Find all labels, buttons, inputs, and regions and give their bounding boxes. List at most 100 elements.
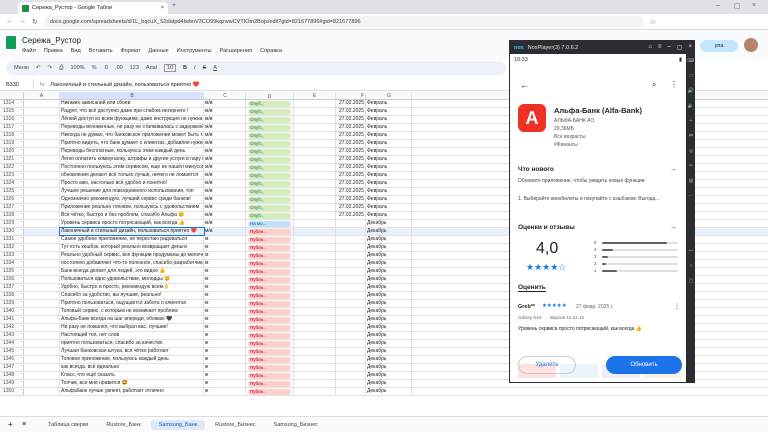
status-chip[interactable]: Публи... [248,293,291,299]
status-chip[interactable]: Публи... [248,285,291,291]
row-number[interactable]: 1333 [0,252,24,259]
cell-review-text[interactable]: Всё чётко, быстро и без проблем, спасибо… [60,212,204,219]
row-number[interactable]: 1319 [0,140,24,147]
close-tab-icon[interactable]: × [161,5,164,11]
cell-review-text[interactable]: Приложение реально топовое, пользуюсь с … [60,204,204,211]
cell-gender[interactable]: ж [204,348,246,355]
cell-status[interactable]: Публи... [246,244,294,251]
cell-review-text[interactable]: Топчик, все мне нравится 🤩 [60,380,204,387]
cell-month[interactable]: Декабрь [366,292,412,299]
cell-review-text[interactable]: Однозначно рекомендую, лучший сервис сре… [60,196,204,203]
cell-review-text[interactable]: Легко оплатить коммуналку, штрафы и друг… [60,156,204,163]
forward-icon[interactable]: → [19,18,26,25]
cell-review-text[interactable]: Настоящий топ, нет слов [60,332,204,339]
cell-status[interactable]: Публи... [246,372,294,379]
cell-review-text[interactable]: Альфабанк лучше увлеет, работает отлично [60,388,204,395]
cell-gender[interactable]: м/в [204,180,246,187]
cell-e[interactable] [294,132,336,139]
cell-gender[interactable]: ж [204,372,246,379]
screen-icon[interactable]: ▭ [689,73,694,79]
status-chip[interactable]: Публи... [248,237,291,243]
row-number[interactable]: 1344 [0,340,24,347]
cell-month[interactable]: Декабрь [366,228,412,235]
column-header-b[interactable]: B [60,92,204,99]
cell-status[interactable]: Публи... [246,252,294,259]
cell-review-text[interactable]: обновления делают всё только лучше, ниче… [60,172,204,179]
cell-status[interactable]: Публи... [246,332,294,339]
cell-gender[interactable]: м [204,236,246,243]
cell-date[interactable] [336,308,366,315]
cell-date[interactable] [336,268,366,275]
row-number[interactable]: 1335 [0,268,24,275]
menu-item[interactable]: Файл [22,48,36,54]
cell-month[interactable]: Декабрь [366,388,412,395]
all-sheets-icon[interactable]: ≡ [22,421,26,428]
column-header-d[interactable]: D [246,92,294,100]
row-number[interactable]: 1320 [0,148,24,155]
android-back-icon[interactable]: ↩ [689,248,693,254]
cell-date[interactable] [336,220,366,227]
ratings-arrow-icon[interactable]: → [670,224,677,231]
column-header-a[interactable]: A [24,92,60,99]
scissors-icon[interactable]: ✂ [689,163,693,169]
cell-month[interactable]: Декабрь [366,348,412,355]
cell-month[interactable]: Декабрь [366,300,412,307]
cell-e[interactable] [294,140,336,147]
cell-status[interactable]: Опуб... [246,196,294,203]
cell-month[interactable]: Декабрь [366,356,412,363]
zoom-select[interactable]: 100% [71,65,85,71]
cell-a[interactable] [24,100,60,107]
update-button[interactable]: Обновить [606,356,682,374]
bookmark-star-icon[interactable]: ☆ [650,18,656,26]
cell-date[interactable] [336,276,366,283]
row-number[interactable]: 1338 [0,292,24,299]
cell-status[interactable]: Публи... [246,308,294,315]
status-chip[interactable]: Публи... [248,341,291,347]
cell-gender[interactable]: м [204,292,246,299]
cell-review-text[interactable]: Самое удобное приложение, не перестаю ра… [60,236,204,243]
status-chip[interactable]: Опуб... [248,109,291,115]
bold-button[interactable]: B [183,65,187,71]
cell-e[interactable] [294,196,336,203]
row-number[interactable]: 1314 [0,100,24,107]
cell-gender[interactable]: ж [204,332,246,339]
cell-month[interactable]: Февраль [366,180,412,187]
row-number[interactable]: 1324 [0,180,24,187]
row-number[interactable]: 1339 [0,300,24,307]
row-number[interactable]: 1327 [0,204,24,211]
cell-a[interactable] [24,380,60,387]
cell-review-text[interactable]: Банк всегда делает для людей, это видно … [60,268,204,275]
cell-status[interactable]: Опуб... [246,132,294,139]
cell-status[interactable]: Публи... [246,316,294,323]
back-icon[interactable]: ← [6,18,13,25]
column-header-e[interactable]: E [294,92,336,99]
cell-a[interactable] [24,268,60,275]
cell-month[interactable]: Декабрь [366,220,412,227]
cell-month[interactable]: Февраль [366,204,412,211]
row-number[interactable]: 1323 [0,172,24,179]
cell-month[interactable]: Декабрь [366,276,412,283]
cell-gender[interactable]: м/в [204,100,246,107]
cell-e[interactable] [294,276,336,283]
sheet-tab[interactable]: Rustore_Банк [98,420,148,430]
cell-status[interactable]: Публи... [246,276,294,283]
cell-status[interactable]: Публи... [246,380,294,387]
cell-date[interactable]: 27.02.2025 [336,188,366,195]
sheet-tab[interactable]: Таблица сверки [40,420,96,430]
cell-date[interactable] [336,364,366,371]
cell-review-text[interactable]: Тут есть кешбэк, который реально возвращ… [60,244,204,251]
cell-date[interactable] [336,236,366,243]
nox-minimize-icon[interactable]: – [667,44,670,51]
cell-review-text[interactable]: Лучшее решение для повседневного использ… [60,188,204,195]
cell-review-text[interactable]: приятно пользоваться, спасибо за качеств… [60,340,204,347]
cell-review-text[interactable]: Просто ажо, настолько всё удобно и понят… [60,180,204,187]
cell-month[interactable]: Декабрь [366,252,412,259]
cell-a[interactable] [24,260,60,267]
cell-e[interactable] [294,364,336,371]
cell-e[interactable] [294,124,336,131]
cell-a[interactable] [24,132,60,139]
cell-month[interactable]: Февраль [366,172,412,179]
status-chip[interactable]: Публи... [248,269,291,275]
close-window-icon[interactable]: × [752,2,756,9]
cell-e[interactable] [294,156,336,163]
